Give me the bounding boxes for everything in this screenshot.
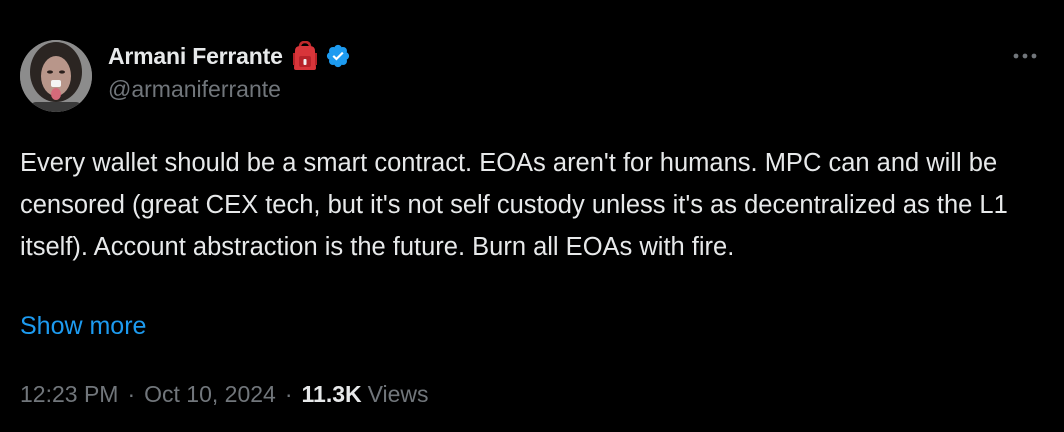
more-horizontal-icon	[1013, 53, 1037, 59]
views-label: Views	[367, 381, 429, 407]
red-backpack-emoji-icon	[291, 40, 319, 71]
name-row: Armani Ferrante	[108, 40, 351, 72]
avatar[interactable]	[20, 40, 92, 112]
tweet-text: Every wallet should be a smart contract.…	[20, 149, 1008, 261]
user-handle[interactable]: @armaniferrante	[108, 76, 351, 103]
avatar-image	[20, 40, 92, 112]
verified-badge-icon[interactable]	[325, 43, 351, 69]
author-info: Armani Ferrante @armaniferrante	[108, 40, 351, 103]
more-options-button[interactable]	[1010, 44, 1040, 68]
meta-separator: ·	[284, 381, 293, 407]
tweet-meta: 12:23 PM · Oct 10, 2024 · 11.3K Views	[20, 376, 429, 412]
views-count: 11.3K	[301, 381, 362, 407]
tweet: Armani Ferrante @armaniferrante Every wa…	[0, 0, 1064, 432]
meta-separator: ·	[127, 381, 136, 407]
display-name[interactable]: Armani Ferrante	[108, 43, 283, 70]
tweet-time[interactable]: 12:23 PM	[20, 376, 118, 412]
show-more-link[interactable]: Show more	[20, 308, 146, 344]
tweet-date[interactable]: Oct 10, 2024	[144, 376, 276, 412]
